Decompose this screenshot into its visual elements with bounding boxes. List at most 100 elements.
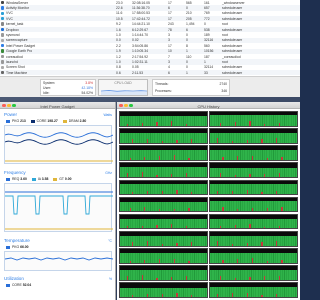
core-system-spike [251,208,254,212]
process-icon [1,33,5,37]
core-usage-fill [120,201,207,212]
power-graph [4,125,114,164]
process-idle: 110 [186,54,192,59]
process-pid: 32114 [204,65,214,70]
core-system-spike [217,191,219,195]
process-row[interactable]: Time Machine 0.6 2:11.53 6 1 33 scheduleuser [0,70,300,76]
core-system-spike [161,140,163,143]
process-idle: 210 [186,11,192,16]
process-threads: 3 [168,32,170,37]
process-idle: 0 [186,38,188,43]
process-cpu: 0.6 [116,70,121,75]
core-system-spike [126,173,129,177]
process-row[interactable]: Google Earth Pro 1.9 1:10:05.34 10 1 10156 sch… [0,48,300,54]
core-system-spike [185,123,188,126]
idle-label: Idle: [43,91,50,95]
core-system-spike [278,225,280,229]
core-system-spike [249,277,251,280]
core-system-spike [146,138,149,143]
temperature-unit: °C [108,238,112,243]
core-system-spike [276,294,278,297]
core-system-spike [176,189,178,195]
core-system-spike [191,139,193,143]
core-system-spike [281,259,283,263]
process-icon [1,60,5,64]
core-system-spike [219,122,222,126]
process-user: root [222,59,228,64]
core-usage-fill [210,167,297,177]
process-row[interactable]: launchd 1.0 1:02:31.11 3 0 1 root [0,59,300,65]
temperature-graph [4,251,114,271]
core-graph [209,162,298,178]
ia-swatch [31,177,36,181]
core-system-spike [188,207,190,212]
process-user: scheduleuser [222,65,243,70]
frequency-legend: REQ 3.60 IA 3.58 GT 0.00 [4,177,74,181]
process-summary-box: Threads: 2740 Processes: 346 [152,79,230,96]
process-name: WindowServer [6,0,29,5]
process-icon [1,38,5,43]
process-row[interactable]: Intel Power Gadget 2.2 3:54:05.86 17 8 560 sch… [0,43,300,48]
process-user: root [222,22,228,27]
process-idle: 1,494 [186,22,195,27]
core-system-spike [278,275,280,280]
temperature-graph-lines [4,257,114,261]
user-label: User: [43,86,52,90]
process-idle: 565 [186,0,192,5]
core-system-spike [132,192,134,195]
core-system-spike [234,225,236,229]
core-graph [209,111,298,127]
cpu-history-titlebar[interactable]: CPU History [117,102,300,109]
power-gadget-titlebar[interactable]: Intel Power Gadget [0,102,115,109]
user-value: 42.18% [81,86,94,90]
process-row[interactable]: VVC 10.5 17:42:44.72 17 205 772 scheduleuser [0,16,300,22]
core-system-spike [276,138,278,143]
core-swatch [30,119,35,123]
core-system-spike [249,121,251,126]
core-system-spike [188,260,190,263]
process-row[interactable]: sysmond 1.0 1:14:44.70 3 0 189 root [0,32,300,37]
core-system-spike [146,241,149,246]
core-graph [119,248,208,264]
core-graph [209,196,298,213]
process-row[interactable]: Activity Monitor 22.6 11:36:38.70 6 0 657 sche… [0,5,300,11]
process-name: Google Earth Pro [6,49,33,54]
core-system-spike [171,121,173,126]
core-system-spike [176,140,178,143]
core-system-spike [156,224,158,229]
process-icon [1,65,5,70]
core-system-spike [191,295,193,297]
core-usage-fill [210,115,297,126]
process-icon [1,6,5,10]
core-system-spike [222,259,224,263]
process-pid: 657 [204,5,210,10]
core-system-spike [264,276,266,280]
core-system-spike [191,241,193,246]
process-name: Activity Monitor [6,5,29,10]
process-row[interactable]: kernel_task 9.2 14:44:21.10 243 1,494 0 root [0,22,300,27]
temperature-section: Temperature °C PKG 66.00 [2,238,114,272]
process-user: root [222,32,228,37]
process-time: 11:36:38.70 [132,5,150,10]
process-time: 32:08:16.05 [132,0,150,5]
process-cpu: 1.2 [116,54,121,59]
window-title: Intel Power Gadget [40,103,75,109]
core-system-spike [217,294,219,297]
core-system-spike [171,277,173,280]
util-core-label: CORE [11,283,22,287]
core-usage-fill [120,269,207,280]
core-usage-fill [210,132,297,143]
core-usage-fill [120,166,207,177]
process-user: scheduleuser [222,43,243,48]
core-system-spike [161,243,163,246]
core-system-spike [129,157,131,160]
cpu-history-window: CPU History [117,102,300,300]
core-system-spike [249,174,251,177]
process-icon [1,11,5,16]
process-name: coreaudiod [6,54,23,59]
process-user: _windowserver [222,0,245,5]
core-system-spike [161,190,163,195]
power-unit: Watts [103,112,112,117]
process-name: kernel_task [6,22,24,27]
core-system-spike [185,226,188,229]
